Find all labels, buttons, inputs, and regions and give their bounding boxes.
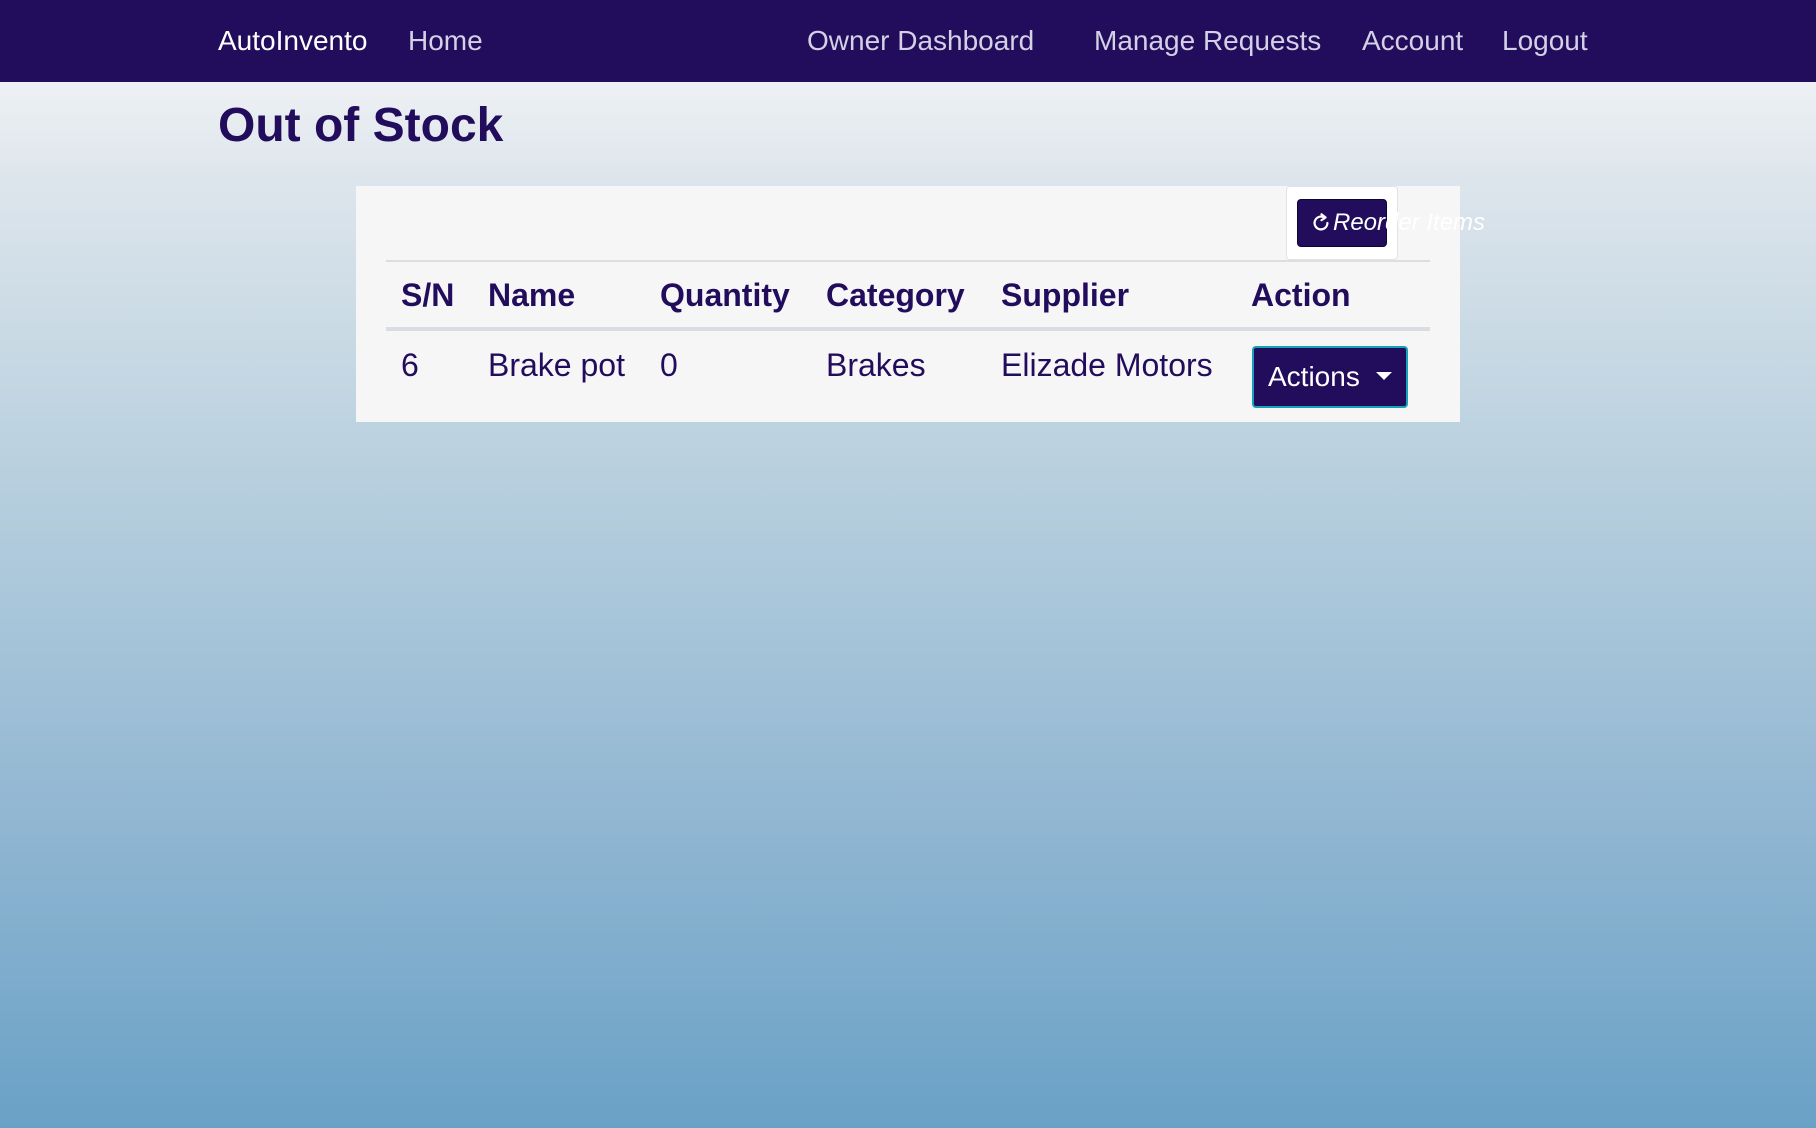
column-header-category: Category [826,277,965,313]
nav-owner-dashboard-link[interactable]: Owner Dashboard [807,0,1034,82]
nav-manage-requests-link[interactable]: Manage Requests [1094,0,1321,82]
table-top-divider [386,260,1430,262]
cell-supplier: Elizade Motors [1001,347,1213,383]
table-header-divider [386,327,1430,331]
cell-name: Brake pot [488,347,625,383]
column-header-sn: S/N [401,277,455,313]
column-header-name: Name [488,277,576,313]
column-header-action: Action [1251,277,1351,313]
page-title: Out of Stock [218,99,504,152]
reorder-items-button[interactable]: Reorder Items [1297,199,1485,247]
nav-account-link[interactable]: Account [1362,0,1463,82]
out-of-stock-panel: Reorder Items S/N Name Quantity Category… [356,186,1485,422]
nav-logout-link[interactable]: Logout [1502,0,1588,82]
column-header-supplier: Supplier [1001,277,1130,313]
actions-dropdown-button[interactable]: Actions [1252,346,1408,408]
cell-category: Brakes [826,347,926,383]
column-header-quantity: Quantity [660,277,790,313]
actions-label: Actions [1268,361,1360,392]
caret-down-icon [1376,372,1392,380]
cell-quantity: 0 [660,347,678,383]
reorder-button-container: Reorder Items [1286,186,1485,260]
refresh-icon [1313,213,1329,231]
cell-sn: 6 [401,347,419,383]
top-navbar: AutoInvento Home Owner Dashboard Manage … [0,0,1816,82]
reorder-items-label: Reorder Items [1333,209,1486,236]
nav-home-link[interactable]: Home [408,0,483,82]
brand-link[interactable]: AutoInvento [218,0,367,82]
